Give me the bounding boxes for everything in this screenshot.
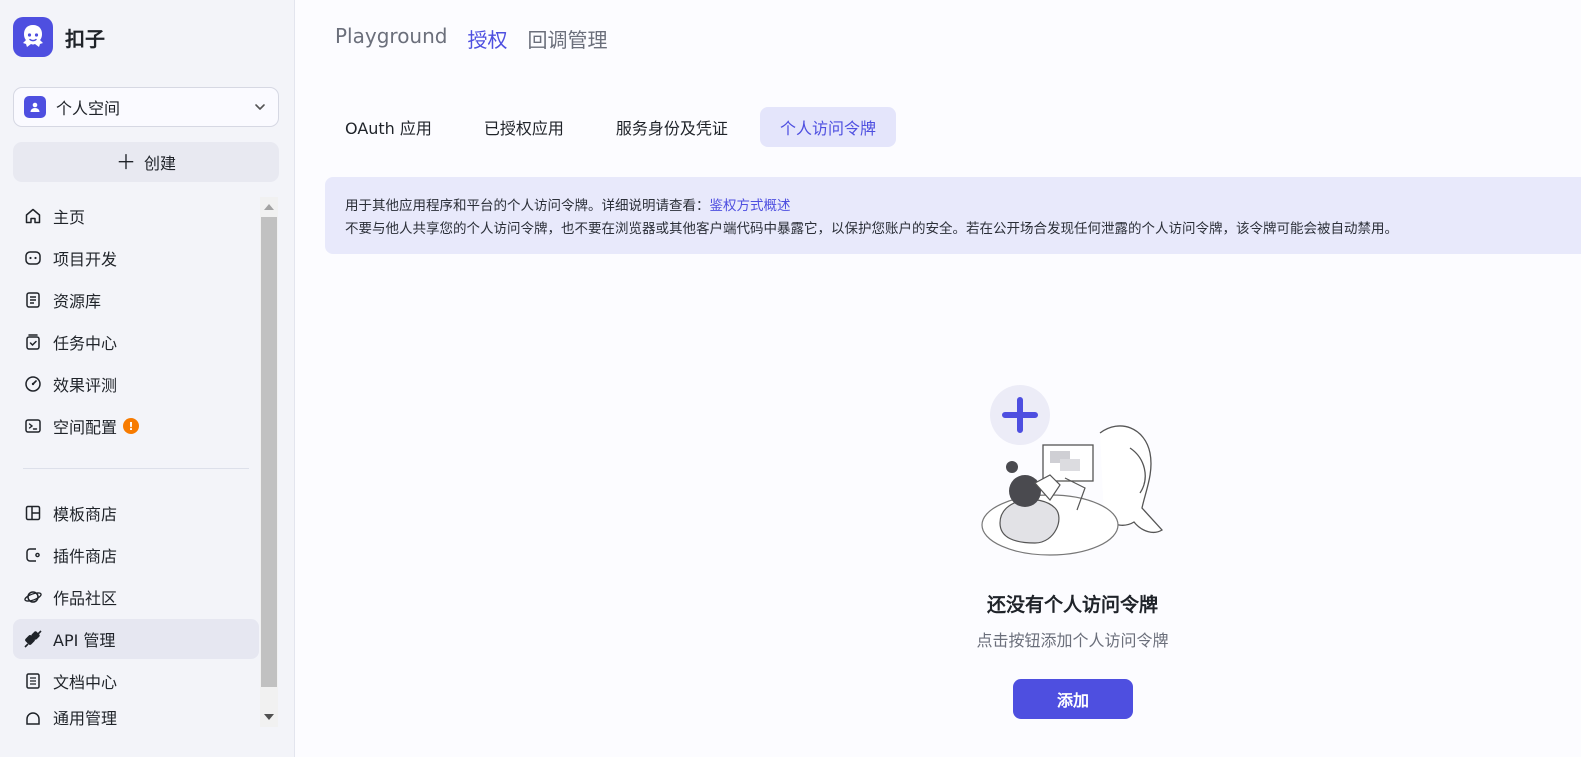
notice-line-1: 用于其他应用程序和平台的个人访问令牌。详细说明请查看：鉴权方式概述 bbox=[345, 195, 1561, 218]
empty-state-illustration bbox=[981, 385, 1164, 556]
sidebar-item-label: 模板商店 bbox=[53, 505, 118, 524]
sidebar-item-evaluation[interactable]: 效果评测 bbox=[13, 364, 259, 404]
task-icon bbox=[23, 332, 43, 352]
chevron-down-icon bbox=[255, 104, 265, 110]
settings-icon bbox=[23, 709, 43, 729]
sidebar-item-label: 空间配置 bbox=[53, 418, 118, 437]
sidebar-item-tasks[interactable]: 任务中心 bbox=[13, 322, 259, 362]
warning-badge: ! bbox=[123, 418, 140, 434]
sidebar-item-label: 文档中心 bbox=[53, 673, 118, 692]
brand[interactable]: 扣子 bbox=[13, 17, 105, 57]
sidebar-item-projects[interactable]: 项目开发 bbox=[13, 238, 259, 278]
create-button[interactable]: ＋ 创建 bbox=[13, 142, 279, 182]
bot-icon bbox=[23, 248, 43, 268]
library-icon bbox=[23, 290, 43, 310]
scroll-up-arrow-icon[interactable] bbox=[264, 204, 274, 210]
sidebar-item-label: 任务中心 bbox=[53, 334, 118, 353]
sidebar-item-space-config[interactable]: 空间配置 ! bbox=[13, 406, 259, 446]
doc-icon bbox=[23, 671, 43, 691]
user-icon bbox=[24, 96, 46, 118]
sidebar-item-label: 资源库 bbox=[53, 292, 102, 311]
info-notice: 用于其他应用程序和平台的个人访问令牌。详细说明请查看：鉴权方式概述 不要与他人共… bbox=[325, 177, 1581, 254]
tab-authorized-apps[interactable]: 已授权应用 bbox=[464, 107, 584, 147]
auth-overview-link[interactable]: 鉴权方式概述 bbox=[710, 198, 791, 214]
scroll-down-arrow-icon[interactable] bbox=[264, 714, 274, 720]
tab-callback[interactable]: 回调管理 bbox=[527, 24, 607, 53]
terminal-icon bbox=[23, 416, 43, 436]
notice-line-2: 不要与他人共享您的个人访问令牌，也不要在浏览器或其他客户端代码中暴露它，以保护您… bbox=[345, 221, 1398, 237]
create-button-label: 创建 bbox=[143, 154, 176, 173]
empty-state-subtitle: 点击按钮添加个人访问令牌 bbox=[976, 631, 1169, 650]
space-selector-label: 个人空间 bbox=[56, 99, 121, 118]
sidebar-item-home[interactable]: 主页 bbox=[13, 196, 259, 236]
brand-name: 扣子 bbox=[65, 26, 105, 51]
coze-logo-icon bbox=[13, 17, 53, 57]
tab-playground[interactable]: Playground bbox=[335, 24, 447, 53]
sidebar-item-label: 通用管理 bbox=[53, 709, 118, 728]
sidebar-item-library[interactable]: 资源库 bbox=[13, 280, 259, 320]
sub-tabs: OAuth 应用 已授权应用 服务身份及凭证 个人访问令牌 bbox=[325, 107, 908, 147]
sidebar-item-label: 主页 bbox=[53, 208, 86, 227]
tab-oauth-apps[interactable]: OAuth 应用 bbox=[325, 107, 452, 147]
space-selector[interactable]: 个人空间 bbox=[13, 87, 279, 127]
sidebar-item-template-store[interactable]: 模板商店 bbox=[13, 493, 259, 533]
plus-icon: ＋ bbox=[115, 150, 136, 174]
plugin-icon bbox=[23, 545, 43, 565]
top-tabs: Playground 授权 回调管理 bbox=[335, 24, 607, 53]
sidebar-item-label: 效果评测 bbox=[53, 376, 118, 395]
sidebar-item-label: 项目开发 bbox=[53, 250, 118, 269]
home-icon bbox=[23, 206, 43, 226]
notice-text: 用于其他应用程序和平台的个人访问令牌。详细说明请查看： bbox=[345, 198, 710, 214]
sidebar-item-plugin-store[interactable]: 插件商店 bbox=[13, 535, 259, 575]
add-token-button[interactable]: 添加 bbox=[1013, 679, 1133, 719]
tab-service-identity[interactable]: 服务身份及凭证 bbox=[596, 107, 748, 147]
empty-state-title: 还没有个人访问令牌 bbox=[986, 594, 1158, 616]
sidebar-item-label: 插件商店 bbox=[53, 547, 118, 566]
gauge-icon bbox=[23, 374, 43, 394]
sidebar-divider bbox=[23, 468, 249, 469]
tab-authorization[interactable]: 授权 bbox=[467, 24, 507, 53]
sidebar-item-docs[interactable]: 文档中心 bbox=[13, 661, 259, 701]
tab-personal-access-token[interactable]: 个人访问令牌 bbox=[759, 107, 896, 147]
template-icon bbox=[23, 503, 43, 523]
sidebar-item-general-settings[interactable]: 通用管理 bbox=[13, 703, 259, 729]
